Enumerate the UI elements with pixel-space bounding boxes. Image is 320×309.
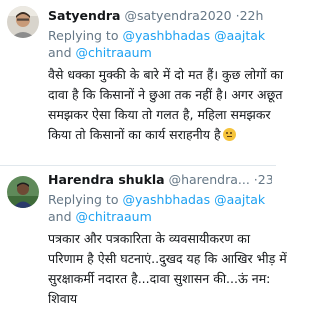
author-name[interactable]: Satyendra [48, 8, 121, 23]
reply-prefix: Replying to [48, 28, 119, 43]
tweet[interactable]: Satyendra @satyendra2020 ·22h Replying t… [0, 0, 284, 166]
tweet-header: Satyendra @satyendra2020 ·22h [48, 8, 272, 24]
tweet-text-line: पत्रकार और पत्रकारिता के व्यवसायीकरण का [48, 231, 251, 246]
user-avatar[interactable] [7, 6, 39, 38]
mention-link[interactable]: @chitraaum [76, 209, 152, 224]
tweet-text-line: किया तो किसानों का कार्य सराहनीय है [48, 127, 221, 142]
author-handle[interactable]: @satyendra2020 [124, 8, 231, 23]
author-handle[interactable]: @harendra... [169, 172, 250, 187]
tweet-time[interactable]: 23h [258, 172, 272, 187]
mention-link[interactable]: @aajtak [214, 28, 265, 43]
tweet-content: Satyendra @satyendra2020 ·22h Replying t… [48, 8, 284, 145]
tweet-text-line: सुरक्षाकर्मी नदारत है...दावा सुशासन की..… [48, 271, 271, 286]
tweet-text-line: वैसे धक्का मुक्की के बारे में दो मत हैं।… [48, 67, 284, 82]
tweet-content: Harendra shukla @harendra... ·23h Replyi… [48, 172, 287, 309]
user-avatar[interactable] [7, 176, 39, 208]
tweet-header: Harendra shukla @harendra... ·23h [48, 172, 272, 188]
reply-context: Replying to @yashbhadas @aajtak and @chi… [48, 191, 272, 225]
tweet-text-line: शिवाय [48, 291, 78, 306]
tweet-text-line: दावा है कि किसानों ने छुआ तक नहीं है। अग… [48, 87, 283, 102]
reply-and: and [48, 209, 72, 224]
tweet-text: वैसे धक्का मुक्की के बारे में दो मत हैं।… [48, 65, 284, 145]
reply-and: and [48, 45, 72, 60]
mention-link[interactable]: @chitraaum [76, 45, 152, 60]
reply-prefix: Replying to [48, 192, 119, 207]
tweet-time[interactable]: 22h [240, 8, 264, 23]
mention-link[interactable]: @yashbhadas [122, 192, 210, 207]
tweet-text: पत्रकार और पत्रकारिता के व्यवसायीकरण का … [48, 229, 287, 309]
tweet[interactable]: Harendra shukla @harendra... ·23h Replyi… [0, 166, 287, 306]
author-name[interactable]: Harendra shukla [48, 172, 165, 187]
tweet-text-line: समझकर ऐसा किया तो गलत है, महिला समझकर [48, 107, 271, 122]
tweet-text-line: परिणाम है ऐसी घटनाएं..दुखद यह कि आखिर भी… [48, 251, 287, 266]
thinking-face-emoji [222, 128, 236, 141]
mention-link[interactable]: @yashbhadas [122, 28, 210, 43]
mention-link[interactable]: @aajtak [214, 192, 265, 207]
reply-context: Replying to @yashbhadas @aajtak and @chi… [48, 27, 272, 61]
